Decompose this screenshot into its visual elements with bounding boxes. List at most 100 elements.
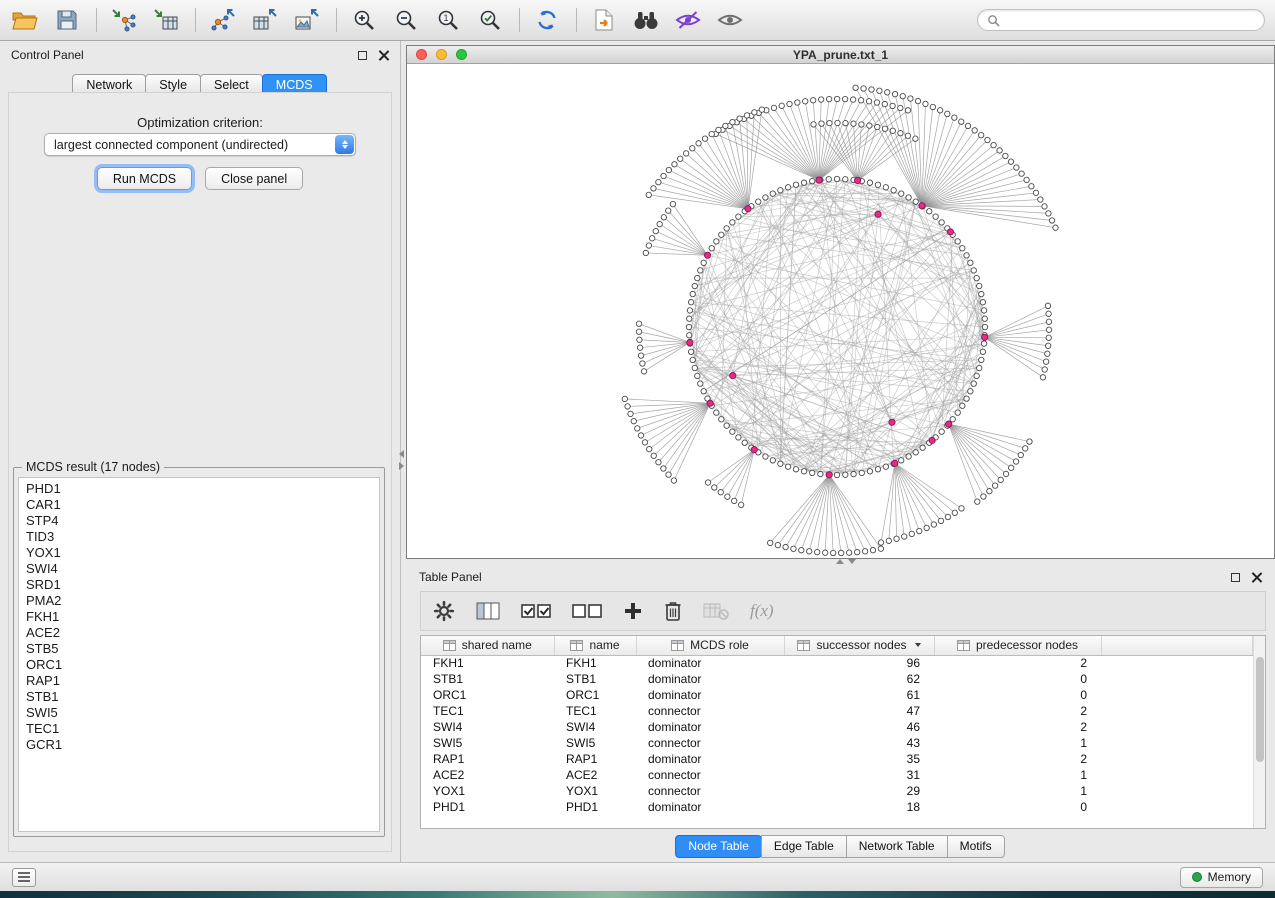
cell-mcds-role[interactable]: dominator [636,799,784,815]
cell-mcds-role[interactable]: connector [636,735,784,751]
refresh-view-button[interactable] [530,5,564,35]
cell-shared-name[interactable]: SWI4 [421,719,554,735]
run-mcds-button[interactable]: Run MCDS [97,167,192,190]
status-menu-button[interactable] [12,868,36,887]
cell-predecessor-nodes[interactable]: 2 [934,703,1101,719]
cell-successor-nodes[interactable]: 35 [784,751,934,767]
table-scrollbar[interactable] [1253,636,1265,828]
cell-mcds-role[interactable]: dominator [636,655,784,671]
vertical-splitter-expand-icon[interactable] [399,462,404,470]
cell-predecessor-nodes[interactable]: 0 [934,799,1101,815]
cell-shared-name[interactable]: SWI5 [421,735,554,751]
tab-network-table[interactable]: Network Table [846,835,948,858]
column-header-mcds-role[interactable]: MCDS role [636,636,784,655]
cell-mcds-role[interactable]: connector [636,703,784,719]
table-row[interactable]: SWI5 SWI5 connector 43 1 [421,735,1253,751]
zoom-selected-button[interactable] [473,5,507,35]
network-window-titlebar[interactable]: YPA_prune.txt_1 [407,46,1274,64]
cell-shared-name[interactable]: TEC1 [421,703,554,719]
cell-predecessor-nodes[interactable]: 0 [934,687,1101,703]
function-builder-button[interactable]: f(x) [750,601,774,621]
show-columns-button[interactable] [476,601,500,621]
import-network-button[interactable] [107,5,141,35]
mcds-result-item[interactable]: STP4 [26,513,372,529]
window-minimize-icon[interactable] [436,49,447,60]
export-network-button[interactable] [206,5,240,35]
cell-mcds-role[interactable]: dominator [636,719,784,735]
table-settings-button[interactable] [433,600,455,622]
cell-shared-name[interactable]: RAP1 [421,751,554,767]
criterion-dropdown[interactable]: largest connected component (undirected) [44,133,356,156]
delete-column-button[interactable] [664,600,682,622]
cell-predecessor-nodes[interactable]: 2 [934,655,1101,671]
cell-mcds-role[interactable]: dominator [636,671,784,687]
cell-name[interactable]: ACE2 [554,767,636,783]
mcds-result-item[interactable]: PHD1 [26,481,372,497]
tab-edge-table[interactable]: Edge Table [761,835,847,858]
cell-name[interactable]: FKH1 [554,655,636,671]
table-row[interactable]: YOX1 YOX1 connector 29 1 [421,783,1253,799]
cell-shared-name[interactable]: FKH1 [421,655,554,671]
cell-mcds-role[interactable]: connector [636,783,784,799]
cell-successor-nodes[interactable]: 96 [784,655,934,671]
search-network-button[interactable] [629,5,663,35]
mcds-result-item[interactable]: RAP1 [26,673,372,689]
mcds-result-item[interactable]: SRD1 [26,577,372,593]
add-column-button[interactable] [623,601,643,621]
vertical-splitter-collapse-icon[interactable] [399,450,404,458]
cell-successor-nodes[interactable]: 47 [784,703,934,719]
window-close-icon[interactable] [416,49,427,60]
cell-predecessor-nodes[interactable]: 2 [934,751,1101,767]
close-panel-icon[interactable] [378,50,389,61]
select-all-button[interactable] [521,602,551,620]
mcds-result-item[interactable]: PMA2 [26,593,372,609]
column-header-predecessor-nodes[interactable]: predecessor nodes [934,636,1101,655]
table-row[interactable]: FKH1 FKH1 dominator 96 2 [421,655,1253,671]
cell-name[interactable]: SWI5 [554,735,636,751]
export-image-button[interactable] [290,5,324,35]
cell-predecessor-nodes[interactable]: 0 [934,671,1101,687]
cell-predecessor-nodes[interactable]: 1 [934,783,1101,799]
mcds-result-item[interactable]: FKH1 [26,609,372,625]
mcds-result-item[interactable]: GCR1 [26,737,372,753]
tab-motifs[interactable]: Motifs [947,835,1005,858]
table-row[interactable]: ACE2 ACE2 connector 31 1 [421,767,1253,783]
mcds-result-item[interactable]: CAR1 [26,497,372,513]
network-canvas[interactable] [407,64,1274,558]
zoom-fit-button[interactable]: 1 [431,5,465,35]
cell-name[interactable]: SWI4 [554,719,636,735]
cell-shared-name[interactable]: ORC1 [421,687,554,703]
mcds-result-item[interactable]: ACE2 [26,625,372,641]
mcds-result-item[interactable]: TID3 [26,529,372,545]
mcds-result-item[interactable]: SWI5 [26,705,372,721]
save-session-button[interactable] [50,5,84,35]
cell-name[interactable]: ORC1 [554,687,636,703]
zoom-in-button[interactable] [347,5,381,35]
horizontal-splitter-collapse-icon[interactable] [836,559,844,564]
mcds-result-list[interactable]: PHD1 CAR1 STP4 TID3 YOX1 SWI4 SRD1 PMA2 … [18,477,380,832]
document-share-button[interactable] [587,5,621,35]
table-row[interactable]: STB1 STB1 dominator 62 0 [421,671,1253,687]
export-table-button[interactable] [248,5,282,35]
cell-name[interactable]: RAP1 [554,751,636,767]
mcds-result-item[interactable]: STB5 [26,641,372,657]
horizontal-splitter-expand-icon[interactable] [848,559,856,564]
table-row[interactable]: TEC1 TEC1 connector 47 2 [421,703,1253,719]
window-zoom-icon[interactable] [456,49,467,60]
mcds-result-item[interactable]: YOX1 [26,545,372,561]
open-session-button[interactable] [8,5,42,35]
column-header-name[interactable]: name [554,636,636,655]
cell-successor-nodes[interactable]: 61 [784,687,934,703]
cell-shared-name[interactable]: STB1 [421,671,554,687]
column-header-shared-name[interactable]: shared name [421,636,554,655]
close-panel-icon[interactable] [1251,572,1262,583]
search-input[interactable] [1005,12,1255,28]
toolbar-search[interactable] [977,9,1265,31]
cell-successor-nodes[interactable]: 62 [784,671,934,687]
cell-predecessor-nodes[interactable]: 1 [934,735,1101,751]
cell-shared-name[interactable]: PHD1 [421,799,554,815]
tab-node-table[interactable]: Node Table [675,835,762,858]
float-panel-icon[interactable] [358,51,367,60]
mcds-result-item[interactable]: TEC1 [26,721,372,737]
cell-name[interactable]: STB1 [554,671,636,687]
